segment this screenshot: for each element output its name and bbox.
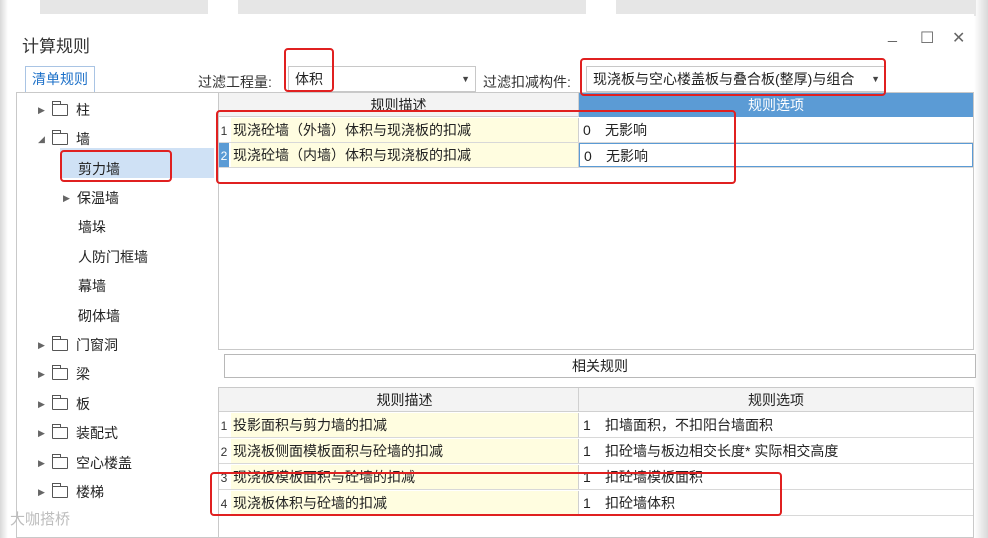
- row-number: 2: [219, 439, 229, 463]
- minimize-icon[interactable]: _: [888, 26, 897, 44]
- folder-icon: [52, 336, 68, 351]
- folder-icon: [52, 395, 68, 410]
- tree-item-label: 梁: [76, 366, 90, 382]
- caret-right-icon[interactable]: ▶: [63, 186, 70, 210]
- tree-item-wall-pier[interactable]: 墙垛: [78, 215, 178, 239]
- annotation-box-rules: [216, 110, 736, 184]
- row-number: 1: [219, 413, 229, 437]
- rule-option-cell[interactable]: 1 扣砼墙与板边相交长度* 实际相交高度: [579, 439, 973, 463]
- tree-item-stairs[interactable]: ▶ 楼梯: [38, 480, 208, 504]
- caret-right-icon[interactable]: ▶: [38, 451, 45, 475]
- rule-desc-cell: 现浇板侧面模板面积与砼墙的扣减: [231, 439, 579, 463]
- caret-right-icon[interactable]: ▶: [38, 421, 45, 445]
- filter-quantity-label: 过滤工程量:: [198, 74, 272, 90]
- column-header-desc[interactable]: 规则描述: [231, 388, 579, 412]
- folder-icon: [52, 483, 68, 498]
- caret-right-icon[interactable]: ▶: [38, 480, 45, 504]
- caret-right-icon[interactable]: ▶: [38, 362, 45, 386]
- tree-item-label: 空心楼盖: [76, 455, 132, 471]
- tree-item-label: 装配式: [76, 425, 118, 441]
- tree-item-label: 砌体墙: [78, 308, 120, 324]
- tree-item-civil-defense-wall[interactable]: 人防门框墙: [78, 245, 198, 269]
- table-row[interactable]: 1 投影面积与剪力墙的扣减 1 扣墙面积，不扣阳台墙面积: [219, 413, 973, 438]
- caret-right-icon[interactable]: ▶: [38, 98, 45, 122]
- annotation-box-component: [580, 58, 886, 96]
- window-shadow-right: [974, 0, 988, 538]
- maximize-icon[interactable]: ☐: [920, 28, 934, 48]
- tree-item-prefab[interactable]: ▶ 装配式: [38, 421, 208, 445]
- tab-bill-rules[interactable]: 清单规则: [25, 66, 95, 92]
- tree-item-wall[interactable]: ◢ 墙: [38, 127, 208, 151]
- tree-item-masonry-wall[interactable]: 砌体墙: [78, 304, 178, 328]
- caret-right-icon[interactable]: ▶: [38, 333, 45, 357]
- tree-item-beam[interactable]: ▶ 梁: [38, 362, 208, 386]
- corner-header: [219, 388, 231, 412]
- option-text: 扣砼墙与板边相交长度* 实际相交高度: [605, 443, 839, 459]
- tree-item-label: 保温墙: [77, 190, 119, 206]
- folder-icon: [52, 130, 68, 145]
- filter-component-label: 过滤扣减构件:: [483, 74, 571, 90]
- column-header-option[interactable]: 规则选项: [579, 388, 973, 412]
- close-icon[interactable]: ✕: [952, 28, 965, 48]
- tree-item-label: 人防门框墙: [78, 249, 148, 265]
- folder-icon: [52, 424, 68, 439]
- tree-item-label: 柱: [76, 102, 90, 118]
- tree-item-slab[interactable]: ▶ 板: [38, 392, 208, 416]
- option-number: 1: [583, 417, 591, 433]
- tree-item-column[interactable]: ▶ 柱: [38, 98, 208, 122]
- option-text: 扣墙面积，不扣阳台墙面积: [605, 417, 773, 433]
- annotation-box-shear-wall: [60, 150, 172, 182]
- chevron-down-icon: ▼: [461, 74, 470, 84]
- tree-item-label: 楼梯: [76, 484, 104, 500]
- option-number: 1: [583, 443, 591, 459]
- tree-item-label: 门窗洞: [76, 337, 118, 353]
- tree-item-label: 墙: [76, 131, 90, 147]
- rule-option-cell[interactable]: 1 扣墙面积，不扣阳台墙面积: [579, 413, 973, 437]
- tree-item-openings[interactable]: ▶ 门窗洞: [38, 333, 208, 357]
- folder-icon: [52, 454, 68, 469]
- caret-down-icon[interactable]: ◢: [38, 127, 45, 151]
- related-rules-header[interactable]: 相关规则: [224, 354, 976, 378]
- annotation-box-related-row: [210, 472, 782, 516]
- tree-item-label: 板: [76, 396, 90, 412]
- tree-item-hollow-floor[interactable]: ▶ 空心楼盖: [38, 451, 208, 475]
- folder-icon: [52, 101, 68, 116]
- tree-item-label: 墙垛: [78, 219, 106, 235]
- folder-icon: [52, 365, 68, 380]
- table-row[interactable]: 2 现浇板侧面模板面积与砼墙的扣减 1 扣砼墙与板边相交长度* 实际相交高度: [219, 439, 973, 464]
- rule-desc-cell: 投影面积与剪力墙的扣减: [231, 413, 579, 437]
- tree-item-insulation-wall[interactable]: ▶ 保温墙: [63, 186, 203, 210]
- caret-right-icon[interactable]: ▶: [38, 392, 45, 416]
- tree-item-curtain-wall[interactable]: 幕墙: [78, 274, 178, 298]
- tree-item-label: 幕墙: [78, 278, 106, 294]
- annotation-box-quantity: [284, 48, 334, 92]
- dialog-title: 计算规则: [22, 37, 90, 56]
- window-shadow-left: [0, 0, 8, 538]
- watermark: 大咖搭桥: [10, 511, 71, 528]
